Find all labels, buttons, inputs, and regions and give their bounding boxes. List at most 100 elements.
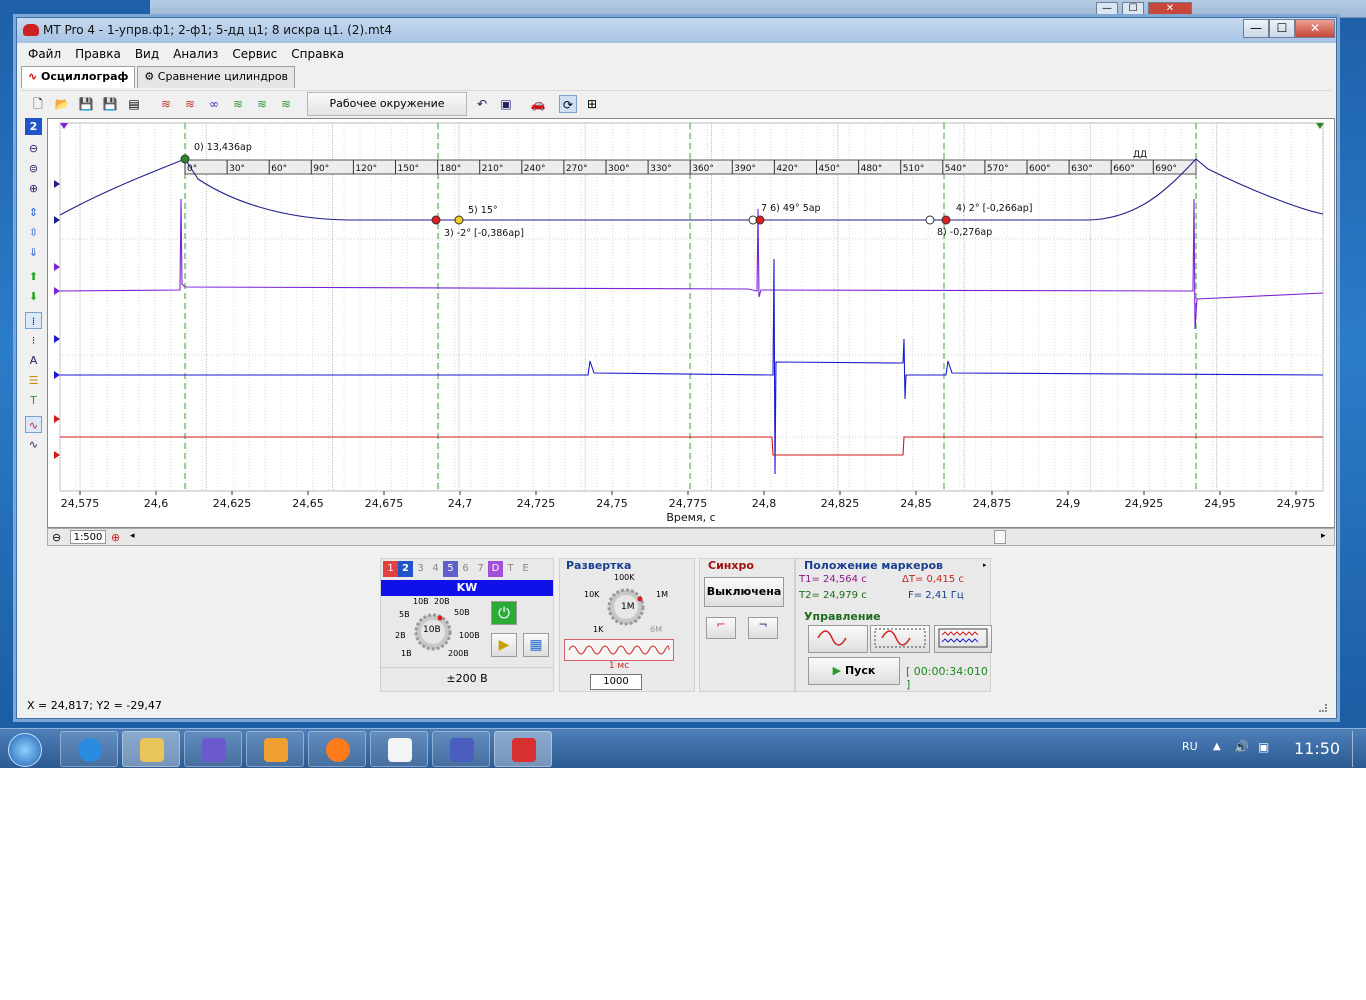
clock[interactable]: 11:50 [1294, 739, 1340, 758]
start-button[interactable]: ▶ Пуск [808, 657, 900, 685]
menu-analysis[interactable]: Анализ [166, 45, 225, 63]
taskbar-ie[interactable] [60, 731, 118, 767]
bg-maximize-button[interactable]: ☐ [1122, 2, 1144, 16]
print-icon[interactable]: ▤ [125, 95, 143, 113]
marker-point [941, 215, 951, 225]
channel-tab-d[interactable]: D [488, 561, 503, 577]
measure-icon[interactable]: ⁝ [25, 332, 42, 349]
show-desktop-button[interactable] [1352, 731, 1364, 767]
channel-arrow [54, 180, 60, 188]
plot-canvas[interactable]: 0° 30° 60° 90° 120° 150° 180° 210° 240° 270° 300° 3… [48, 119, 1336, 529]
scroll-left-arrow[interactable]: ◂ [130, 531, 135, 541]
voltage-range-select[interactable]: ±200 В [381, 667, 553, 691]
continuous-mode-button[interactable] [934, 625, 992, 653]
text-label-icon[interactable]: A [25, 352, 42, 369]
channel-tab-3[interactable]: 3 [413, 561, 428, 577]
list-icon[interactable]: ☰ [25, 372, 42, 389]
sync-rising-edge-button[interactable]: ⌐ [706, 617, 736, 639]
bg-close-button[interactable]: ✕ [1148, 2, 1192, 16]
calculator-button[interactable]: ▦ [523, 633, 549, 657]
elapsed-timer: [ 00:00:34:010 ] [906, 665, 988, 691]
zoom-in-icon[interactable]: ⊕ [25, 180, 42, 197]
collapse-vertical-icon[interactable]: ⇓ [25, 244, 42, 261]
chart-mode-icon[interactable]: ∿ [25, 416, 42, 433]
x-tick-label: 24,925 [1125, 497, 1164, 510]
volume-icon[interactable]: 🔊 [1234, 740, 1249, 754]
channels-x-icon[interactable]: ≋ [181, 95, 199, 113]
network-icon[interactable]: ▣ [1258, 740, 1269, 754]
grid-icon[interactable]: ⊞ [583, 95, 601, 113]
channels-all-icon[interactable]: ≋ [277, 95, 295, 113]
channels-check-icon[interactable]: ≋ [229, 95, 247, 113]
taskbar-media[interactable] [246, 731, 304, 767]
open-folder-icon[interactable]: 📂 [53, 95, 71, 113]
power-button[interactable]: ⏻ [491, 601, 517, 625]
oscilloscope-plot[interactable]: 0° 30° 60° 90° 120° 150° 180° 210° 240° 270° 300° 3… [47, 118, 1335, 528]
channel-tab-7[interactable]: 7 [473, 561, 488, 577]
new-file-icon[interactable]: 🗋 [29, 95, 47, 113]
channels-icon[interactable]: ≋ [157, 95, 175, 113]
car-icon[interactable]: 🚗 [529, 95, 547, 113]
auto-scale-icon[interactable]: ⟳ [559, 95, 577, 113]
channel-tab-1[interactable]: 1 [383, 561, 398, 577]
bg-minimize-button[interactable]: — [1096, 2, 1118, 16]
scroll-right-arrow[interactable]: ▸ [1321, 531, 1326, 541]
start-orb-icon[interactable] [8, 733, 42, 767]
play-channel-button[interactable]: ▶ [491, 633, 517, 657]
zoom-plus-icon[interactable]: ⊕ [111, 531, 120, 544]
sync-falling-edge-button[interactable]: ¬ [748, 617, 778, 639]
close-button[interactable]: ✕ [1295, 19, 1335, 38]
markers-expand-arrow[interactable]: ▸ [983, 561, 987, 569]
zoom-reset-icon[interactable]: ⊜ [25, 160, 42, 177]
taskbar-solitaire[interactable] [370, 731, 428, 767]
tab-cylinder-compare[interactable]: ⚙ Сравнение цилиндров [137, 66, 296, 88]
work-environment-dropdown[interactable]: Рабочее окружение [307, 92, 467, 116]
taskbar-app-cards[interactable] [432, 731, 490, 767]
sync-mode-button[interactable]: Выключена [704, 577, 784, 607]
marker-label: 7 6) 49° 5ар [761, 203, 821, 214]
channel-tab-6[interactable]: 6 [458, 561, 473, 577]
minimize-button[interactable]: — [1243, 19, 1269, 38]
tray-expand-icon[interactable]: ▲ [1213, 741, 1221, 752]
move-up-icon[interactable]: ⬆ [25, 268, 42, 285]
snapshot-icon[interactable]: ▣ [497, 95, 515, 113]
text-tool-icon[interactable]: T [25, 392, 42, 409]
menu-view[interactable]: Вид [128, 45, 166, 63]
taskbar-firefox[interactable] [308, 731, 366, 767]
resize-grip[interactable] [1319, 704, 1327, 712]
channel-tab-t[interactable]: T [503, 561, 518, 577]
fit-vertical-icon[interactable]: ⇳ [25, 224, 42, 241]
move-down-icon[interactable]: ⬇ [25, 288, 42, 305]
taskbar-app-bow[interactable] [184, 731, 242, 767]
channel-tab-5[interactable]: 5 [443, 561, 458, 577]
language-indicator[interactable]: RU [1182, 740, 1198, 753]
scroll-thumb[interactable] [994, 530, 1006, 544]
zoom-out-icon[interactable]: ⊖ [25, 140, 42, 157]
channels-link-icon[interactable]: ∞ [205, 95, 223, 113]
undo-icon[interactable]: ↶ [473, 95, 491, 113]
save-icon[interactable]: 💾 [77, 95, 95, 113]
maximize-button[interactable]: ☐ [1269, 19, 1295, 38]
channel-tab-e[interactable]: E [518, 561, 533, 577]
waiting-mode-button[interactable] [870, 625, 930, 653]
angle-tick-label: 60° [271, 164, 287, 174]
active-channel-badge[interactable]: 2 [25, 118, 42, 135]
single-mode-button[interactable] [808, 625, 868, 653]
tab-oscilloscope[interactable]: ∿ Осциллограф [21, 66, 136, 88]
scale-field[interactable]: 1:500 [70, 530, 106, 544]
waveform-icon[interactable]: ∿ [25, 436, 42, 453]
channels-add-icon[interactable]: ≋ [253, 95, 271, 113]
channel-tab-2[interactable]: 2 [398, 561, 413, 577]
taskbar-mtpro[interactable] [494, 731, 552, 767]
menu-service[interactable]: Сервис [225, 45, 284, 63]
taskbar-explorer[interactable] [122, 731, 180, 767]
expand-vertical-icon[interactable]: ⇕ [25, 204, 42, 221]
channel-tab-4[interactable]: 4 [428, 561, 443, 577]
menu-file[interactable]: Файл [21, 45, 68, 63]
menu-help[interactable]: Справка [284, 45, 351, 63]
menu-edit[interactable]: Правка [68, 45, 128, 63]
zoom-minus-icon[interactable]: ⊖ [52, 531, 61, 544]
cursor-mode-icon[interactable]: ⁞ [25, 312, 42, 329]
save-as-icon[interactable]: 💾 [101, 95, 119, 113]
points-spinbox[interactable]: 1000 [590, 674, 642, 690]
